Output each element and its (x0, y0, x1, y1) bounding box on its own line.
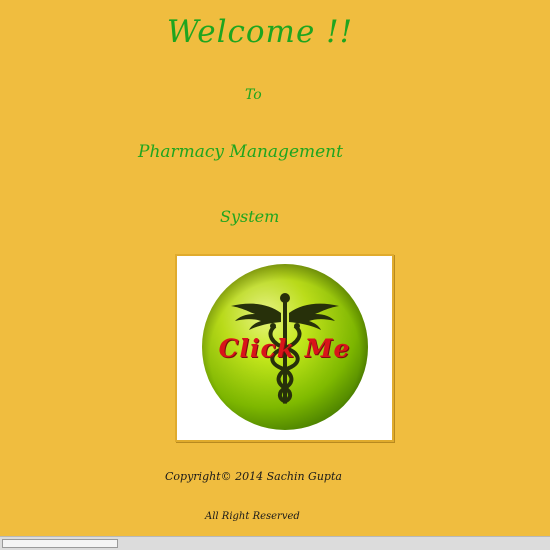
scrollbar-thumb[interactable] (2, 539, 118, 548)
rights-text: All Right Reserved (205, 511, 300, 522)
copyright-text: Copyright© 2014 Sachin Gupta (165, 470, 342, 483)
to-label: To (245, 87, 262, 103)
caduceus-icon (202, 264, 368, 430)
horizontal-scrollbar[interactable] (0, 536, 550, 550)
click-me-button[interactable]: Click Me (175, 254, 394, 442)
welcome-heading: Welcome !! (166, 14, 354, 50)
app-name-label: Pharmacy Management (138, 142, 343, 162)
system-label: System (220, 207, 280, 226)
